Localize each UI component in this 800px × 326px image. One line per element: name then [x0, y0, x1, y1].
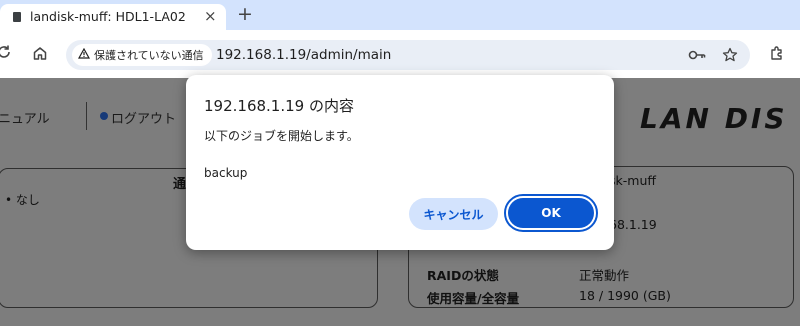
security-status-chip[interactable]: 保護されていない通信	[72, 44, 212, 66]
cancel-button[interactable]: キャンセル	[409, 198, 498, 230]
ok-button[interactable]: OK	[508, 198, 594, 228]
extensions-icon[interactable]	[769, 45, 785, 65]
tab-title: landisk-muff: HDL1-LA02	[30, 9, 186, 24]
tab-close-icon[interactable]: ×	[204, 7, 217, 25]
device-name-value: sk-muff	[609, 173, 656, 188]
raid-status-label: RAIDの状態	[427, 268, 499, 283]
dialog-job-name: backup	[204, 166, 248, 180]
capacity-label: 使用容量/全容量	[427, 291, 520, 306]
list-item: • なし	[5, 193, 40, 207]
nav-divider	[86, 102, 87, 130]
manual-link[interactable]: ニュアル	[0, 108, 50, 127]
password-key-icon[interactable]	[688, 47, 706, 67]
capacity-value: 18 / 1990 (GB)	[579, 288, 671, 303]
security-label: 保護されていない通信	[94, 49, 204, 62]
logout-dot-icon	[100, 112, 108, 120]
dialog-title: 192.168.1.19 の内容	[204, 97, 354, 115]
ip-address-value: 68.1.19	[609, 217, 657, 232]
raid-status-value: 正常動作	[579, 268, 630, 283]
confirm-dialog: 192.168.1.19 の内容 以下のジョブを開始します。 backup キャ…	[186, 75, 614, 250]
bookmark-star-icon[interactable]	[722, 47, 738, 67]
job-item-label: なし	[15, 193, 40, 207]
logout-link[interactable]: ログアウト	[111, 108, 176, 127]
tab-strip: landisk-muff: HDL1-LA02 × +	[0, 0, 800, 30]
home-icon[interactable]	[32, 45, 48, 65]
dialog-message: 以下のジョブを開始します。	[204, 129, 359, 143]
new-tab-button[interactable]: +	[237, 3, 253, 25]
page-favicon-icon	[13, 12, 21, 22]
panel-title: 通	[173, 177, 187, 192]
browser-toolbar: 保護されていない通信 192.168.1.19/admin/main	[0, 30, 800, 78]
warning-icon	[77, 47, 91, 62]
address-bar[interactable]: 保護されていない通信 192.168.1.19/admin/main	[66, 40, 750, 70]
url-text[interactable]: 192.168.1.19/admin/main	[216, 47, 391, 63]
browser-tab[interactable]: landisk-muff: HDL1-LA02 ×	[0, 4, 226, 30]
reload-icon[interactable]	[0, 44, 12, 64]
lan-disk-logo: LAN DIS	[640, 102, 788, 135]
